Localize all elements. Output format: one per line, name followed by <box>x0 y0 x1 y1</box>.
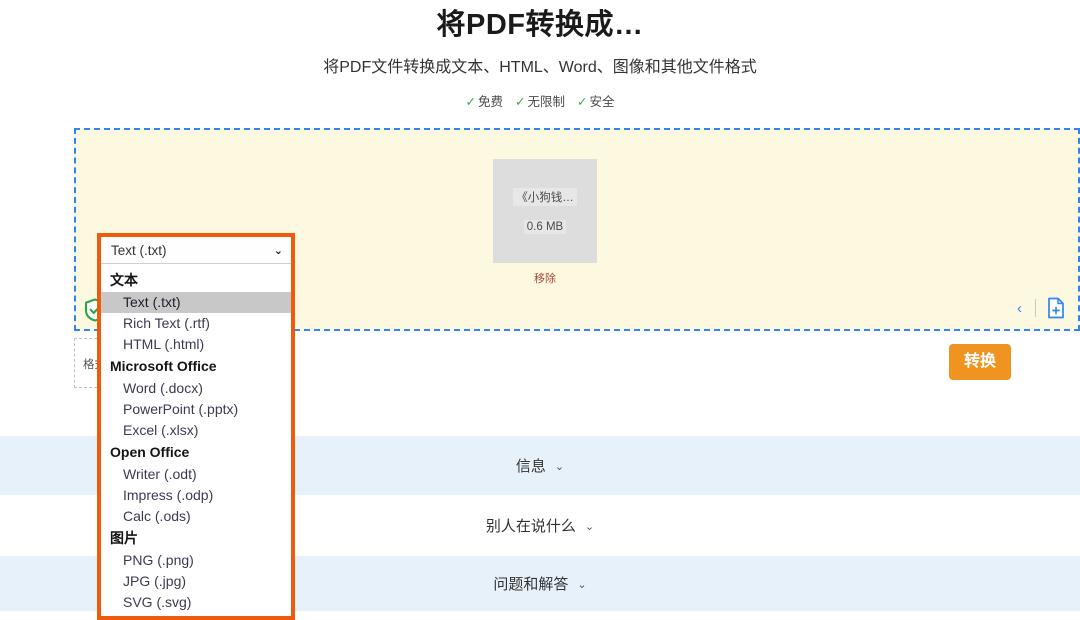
option-item[interactable]: PNG (.png) <box>101 550 291 571</box>
option-group-label-3: 图片 <box>101 527 291 550</box>
chevron-down-icon: ⌄ <box>577 578 586 591</box>
option-item[interactable]: SVG (.svg) <box>101 592 291 613</box>
feature-item-2: ✓安全 <box>577 92 615 112</box>
file-card[interactable]: 《小狗钱… 0.6 MB <box>493 159 597 263</box>
option-item[interactable]: Impress (.odp) <box>101 485 291 506</box>
option-item[interactable]: Writer (.odt) <box>101 464 291 485</box>
check-icon: ✓ <box>577 95 587 109</box>
drop-zone-controls: ‹ <box>1014 297 1066 319</box>
accordion-reviews-label: 别人在说什么 <box>486 515 576 536</box>
option-item[interactable]: HTML (.html) <box>101 334 291 355</box>
option-group-label-2: Open Office <box>101 441 291 464</box>
accordion-faq-label: 问题和解答 <box>493 573 568 594</box>
option-item[interactable]: PowerPoint (.pptx) <box>101 399 291 420</box>
control-divider <box>1035 299 1036 317</box>
feature-label: 免费 <box>478 95 503 109</box>
option-item[interactable]: Text (.txt) <box>101 292 291 313</box>
option-group-label-1: Microsoft Office <box>101 355 291 378</box>
option-group-label-0: 文本 <box>101 269 291 292</box>
feature-item-0: ✓免费 <box>466 92 504 112</box>
feature-list: ✓免费✓无限制✓安全 <box>0 92 1080 112</box>
file-size: 0.6 MB <box>524 220 566 234</box>
file-card-wrapper: 《小狗钱… 0.6 MB 移除 <box>493 159 597 286</box>
output-format-select[interactable]: Text (.txt) ⌄ 文本Text (.txt)Rich Text (.r… <box>97 233 295 620</box>
chevron-down-icon: ⌄ <box>585 520 594 533</box>
output-format-selected-value: Text (.txt) <box>111 243 167 258</box>
output-format-options-list[interactable]: 文本Text (.txt)Rich Text (.rtf)HTML (.html… <box>101 264 291 616</box>
check-icon: ✓ <box>515 95 525 109</box>
output-format-select-trigger[interactable]: Text (.txt) ⌄ <box>101 237 291 264</box>
check-icon: ✓ <box>466 95 476 109</box>
add-file-icon[interactable] <box>1046 297 1066 319</box>
option-item[interactable]: Word (.docx) <box>101 378 291 399</box>
remove-file-link[interactable]: 移除 <box>493 270 597 286</box>
accordion-info-label: 信息 <box>516 455 546 476</box>
page-subtitle: 将PDF文件转换成文本、HTML、Word、图像和其他文件格式 <box>0 56 1080 80</box>
chevron-down-icon: ⌄ <box>555 460 564 473</box>
feature-label: 无限制 <box>527 95 565 109</box>
file-name: 《小狗钱… <box>513 188 577 206</box>
option-item[interactable]: Calc (.ods) <box>101 506 291 527</box>
option-item[interactable]: Rich Text (.rtf) <box>101 313 291 334</box>
feature-item-1: ✓无限制 <box>515 92 565 112</box>
chevron-down-icon: ⌄ <box>274 244 283 257</box>
option-item[interactable]: Excel (.xlsx) <box>101 420 291 441</box>
convert-button[interactable]: 转换 <box>949 344 1011 380</box>
chevron-left-icon[interactable]: ‹ <box>1014 301 1025 316</box>
feature-label: 安全 <box>589 95 614 109</box>
option-item[interactable]: JPG (.jpg) <box>101 571 291 592</box>
page-title: 将PDF转换成… <box>0 6 1080 44</box>
